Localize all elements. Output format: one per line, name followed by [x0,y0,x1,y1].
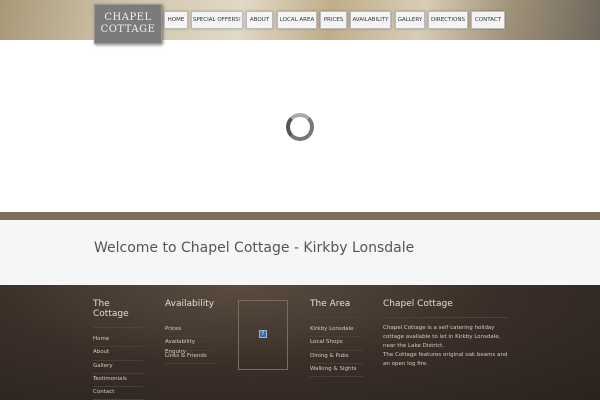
footer-link[interactable]: Contact [93,387,143,400]
social-widget: f [238,300,288,370]
nav-home[interactable]: HOME [164,11,188,29]
footer-heading: The Cottage [93,299,143,328]
footer-link[interactable]: Prices [165,324,215,338]
nav-availability[interactable]: AVAILABILITY [350,11,391,29]
footer-heading: The Area [310,299,363,318]
footer: The Cottage Home About Gallery Testimoni… [0,285,600,400]
nav-about[interactable]: ABOUT [246,11,273,29]
logo-line2: COTTAGE [100,24,156,35]
nav-directions[interactable]: DIRECTIONS [428,11,468,29]
footer-link[interactable]: Dining & Pubs [310,351,363,364]
nav-local-area[interactable]: LOCAL AREA [277,11,317,29]
header-banner: CHAPEL COTTAGE HOME SPECIAL OFFERS! ABOUT… [0,0,600,44]
footer-link[interactable]: Home [93,334,143,348]
footer-link[interactable]: Availability Enquiry [165,337,215,355]
footer-area: The Area Kirkby Lonsdale Local Shops Din… [310,299,363,378]
footer-text: Chapel Cottage is a self catering holida… [383,325,501,349]
footer-link[interactable]: Gallery [93,361,143,374]
footer-link[interactable]: About [93,347,143,361]
footer-link[interactable]: Walking & Sights [310,364,363,378]
footer-text: The Cottage features original oak beams … [383,352,508,367]
footer-link[interactable]: Local Shops [310,337,363,351]
logo-line1: CHAPEL [104,12,152,23]
loading-spinner-icon [286,113,314,141]
footer-link[interactable]: Testimonials [93,374,143,388]
footer-availability: Availability Prices Availability Enquiry… [165,299,215,364]
footer-link[interactable]: Links & Friends [165,351,215,364]
divider [0,212,600,220]
footer-about: Chapel Cottage Chapel Cottage is a self … [383,299,508,369]
logo[interactable]: CHAPEL COTTAGE [94,4,162,44]
nav-special-offers[interactable]: SPECIAL OFFERS! [191,11,243,29]
nav-prices[interactable]: PRICES [320,11,347,29]
footer-link[interactable]: Kirkby Lonsdale [310,324,363,338]
nav-contact[interactable]: CONTACT [471,11,505,29]
facebook-icon[interactable]: f [259,330,267,338]
footer-heading: Availability [165,299,215,318]
nav-gallery[interactable]: GALLERY [395,11,425,29]
footer-heading: Chapel Cottage [383,299,508,318]
page-title: Welcome to Chapel Cottage - Kirkby Lonsd… [94,240,415,256]
footer-cottage: The Cottage Home About Gallery Testimoni… [93,299,143,400]
welcome-band: Welcome to Chapel Cottage - Kirkby Lonsd… [0,220,600,285]
